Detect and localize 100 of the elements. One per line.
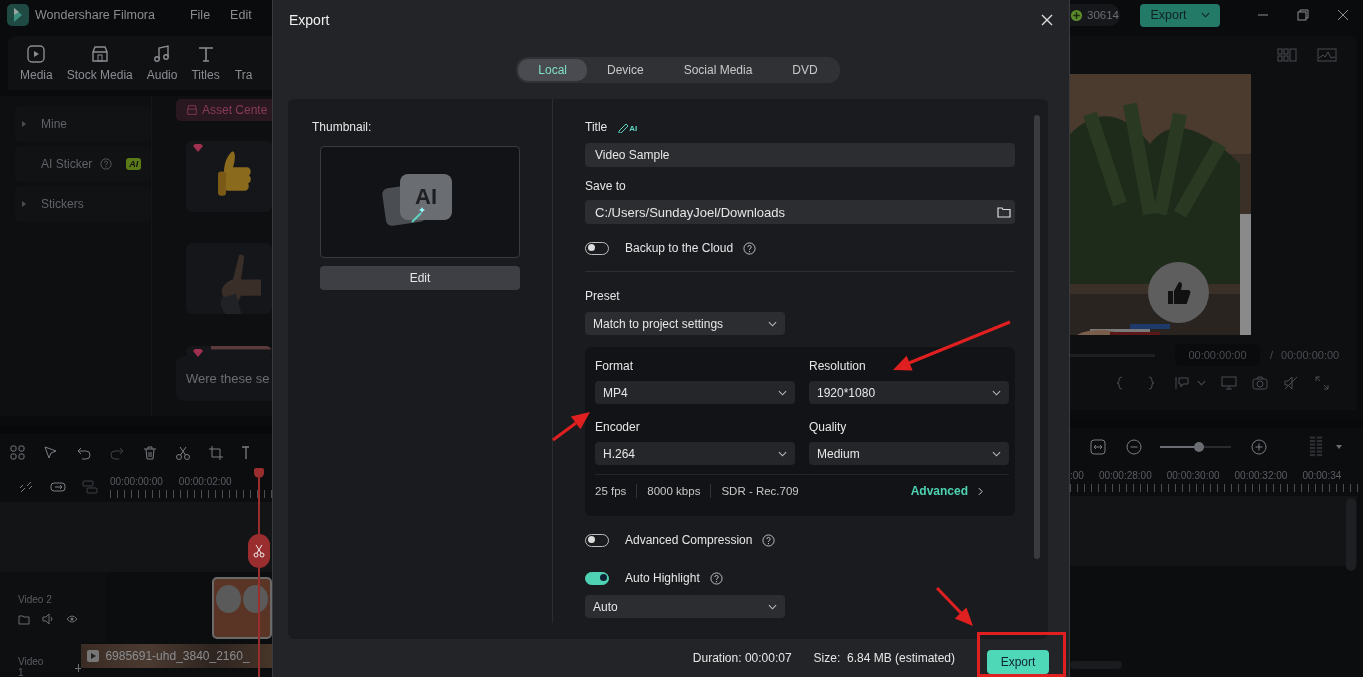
caret-icon: [992, 389, 1001, 396]
tab[interactable]: Device: [586, 59, 664, 81]
crop-icon[interactable]: [208, 445, 224, 461]
logo-icon: [7, 4, 29, 26]
caret-icon: [778, 389, 787, 396]
video-clip[interactable]: 6985691-uhd_3840_2160_: [81, 644, 272, 668]
coin-icon: [1070, 8, 1083, 22]
fit-icon[interactable]: [1090, 439, 1106, 455]
save-path-field[interactable]: C:/Users/SundayJoel/Downloads: [585, 200, 1015, 224]
option-label: Advanced Compression: [625, 533, 753, 547]
toolbar-tab[interactable]: Tra: [233, 44, 254, 82]
setting-dropdown[interactable]: H.264: [595, 442, 795, 465]
store-icon: [186, 104, 198, 116]
tab[interactable]: Social Media: [663, 59, 773, 81]
edit-button[interactable]: Edit: [320, 266, 520, 290]
credits-badge[interactable]: 30614: [1070, 4, 1120, 26]
sticker-card[interactable]: [186, 141, 272, 212]
pointer-icon[interactable]: [43, 445, 59, 461]
folder-icon[interactable]: [997, 205, 1011, 219]
ruler-timecode: 00:00:32:00: [1234, 470, 1288, 481]
link-icon[interactable]: [50, 479, 66, 495]
app-title: Wondershare Filmora: [35, 8, 155, 22]
save-to-label: Save to: [585, 179, 626, 193]
timecode-field: 00:00:00:00: [1175, 344, 1260, 366]
gem-icon: [192, 348, 204, 358]
hand-drawing: [220, 254, 261, 314]
expand-arrow-icon[interactable]: [21, 200, 27, 208]
toolbar-tab[interactable]: Media: [20, 44, 53, 82]
caret-icon[interactable]: [1200, 12, 1210, 18]
speaker-icon[interactable]: [42, 613, 54, 625]
scrollbar[interactable]: [1070, 661, 1122, 669]
ruler-timecode: 00:00:34: [1302, 470, 1342, 481]
sticker-drawing: [211, 346, 272, 350]
setting-dropdown[interactable]: 1920*1080: [809, 381, 1009, 404]
caret-icon: [768, 603, 777, 610]
media-icon[interactable]: [26, 44, 47, 64]
chevron-icon[interactable]: [978, 486, 983, 496]
chart-icon[interactable]: [1317, 48, 1337, 62]
audio-mute-icon[interactable]: [1283, 375, 1299, 391]
monitor-icon[interactable]: [1221, 375, 1237, 391]
ruler-timecode: 00:00:30:00: [1166, 470, 1220, 481]
fullscreen-icon[interactable]: [1314, 375, 1330, 391]
caret-icon: [1197, 380, 1206, 386]
zoom-out-icon[interactable]: [1126, 439, 1142, 455]
sidebar-label: Stickers: [41, 197, 84, 211]
tab[interactable]: Local: [518, 59, 587, 81]
video-clip[interactable]: [212, 577, 272, 639]
camera-icon[interactable]: [1252, 375, 1268, 391]
delete-icon[interactable]: [142, 445, 158, 461]
playhead-handle[interactable]: [254, 468, 264, 478]
scissors-icon[interactable]: [253, 544, 265, 558]
scrollbar[interactable]: [1034, 115, 1040, 559]
redo-icon[interactable]: [109, 445, 125, 461]
menu-item[interactable]: File: [189, 8, 211, 22]
setting-dropdown[interactable]: MP4: [595, 381, 795, 404]
preset-dropdown[interactable]: Match to project settings: [585, 312, 785, 335]
layout-icon[interactable]: [1277, 48, 1297, 62]
scissors-icon[interactable]: [175, 445, 191, 461]
setting-dropdown[interactable]: Medium: [809, 442, 1009, 465]
unlink-icon[interactable]: [18, 479, 34, 495]
add-track-icon[interactable]: [75, 664, 82, 672]
setting-label: Encoder: [595, 420, 641, 434]
caret-icon: [778, 450, 787, 457]
spec-text: SDR - Rec.709: [721, 485, 799, 497]
highlight-dropdown[interactable]: Auto: [585, 595, 785, 618]
close-icon[interactable]: [1337, 9, 1349, 21]
undo-icon[interactable]: [76, 445, 92, 461]
ai-badge: AI: [126, 158, 142, 170]
eye-icon[interactable]: [66, 613, 78, 625]
toolbar-tab[interactable]: Stock Media: [66, 44, 133, 82]
setting-label: Format: [595, 359, 634, 373]
tab[interactable]: DVD: [772, 59, 838, 81]
title-label: Title: [585, 120, 608, 134]
export-button[interactable]: Export: [987, 650, 1049, 674]
grid-icon[interactable]: [10, 445, 26, 461]
store-icon[interactable]: [89, 44, 110, 64]
menu-item[interactable]: Edit: [230, 8, 252, 22]
marker-icon[interactable]: [1174, 375, 1190, 391]
ruler-timecode: 00:00:28:00: [1098, 470, 1152, 481]
zoom-in-icon[interactable]: [1251, 439, 1267, 455]
sticker-card[interactable]: [186, 346, 272, 358]
toolbar-tab[interactable]: Audio: [146, 44, 178, 82]
annotation-arrow: [552, 412, 590, 442]
ruler-timecode: 00:00:02:00: [178, 476, 232, 487]
setting-label: Quality: [809, 420, 848, 434]
sidebar-label: AI Sticker: [41, 157, 93, 171]
restore-icon[interactable]: [1297, 9, 1309, 21]
caret-icon: [768, 320, 777, 327]
help-icon[interactable]: [100, 158, 113, 170]
title-field[interactable]: Video Sample: [585, 143, 1015, 167]
dropdown-arrow-icon[interactable]: [1335, 444, 1343, 450]
track-label: Video 2: [18, 594, 53, 605]
expand-arrow-icon[interactable]: [21, 120, 27, 128]
gem-icon: [192, 143, 204, 153]
ruler-timecode: 00:00:00:00: [110, 476, 163, 487]
toolbar-tab[interactable]: Titles: [191, 44, 220, 82]
text-icon[interactable]: [241, 445, 249, 461]
dialog-title: Export: [289, 12, 330, 28]
toggle-switch[interactable]: [585, 571, 609, 585]
advanced-link[interactable]: Advanced: [910, 484, 983, 498]
